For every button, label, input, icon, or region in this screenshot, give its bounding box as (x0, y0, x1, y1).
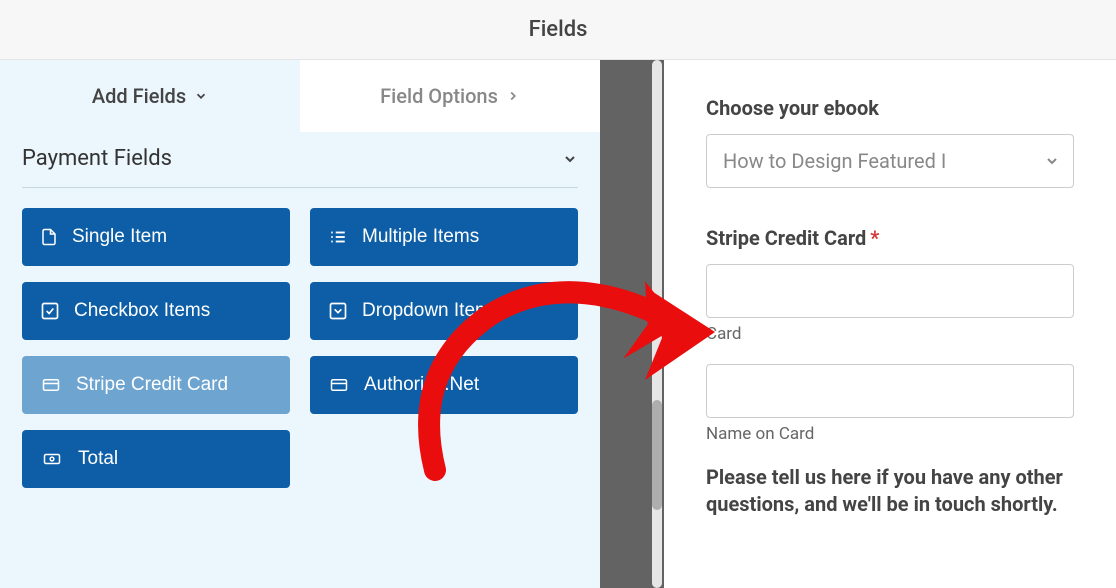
name-on-card-sublabel: Name on Card (706, 424, 1074, 444)
field-label: Checkbox Items (74, 300, 210, 322)
section-header[interactable]: Payment Fields (0, 132, 600, 171)
document-icon (40, 226, 58, 248)
dropdown-icon (328, 301, 348, 321)
card-sublabel: Card (706, 324, 1074, 344)
fields-panel: Add Fields Field Options Payment Fields … (0, 60, 600, 588)
form-preview: Choose your ebook How to Design Featured… (664, 60, 1116, 588)
field-single-item-button[interactable]: Single Item (22, 208, 290, 266)
preview-gutter (600, 60, 664, 588)
form-footer-text: Please tell us here if you have any othe… (706, 464, 1074, 518)
field-stripe-credit-card-button[interactable]: Stripe Credit Card (22, 356, 290, 414)
section-title: Payment Fields (22, 146, 172, 171)
ebook-select-value: How to Design Featured I (706, 134, 1074, 188)
scrollbar-thumb[interactable] (652, 400, 662, 510)
field-multiple-items-button[interactable]: Multiple Items (310, 208, 578, 266)
field-total-button[interactable]: Total (22, 430, 290, 488)
stripe-label-text: Stripe Credit Card (706, 226, 866, 250)
chevron-right-icon (506, 89, 520, 103)
field-label: Dropdown Items (362, 300, 500, 322)
field-checkbox-items-button[interactable]: Checkbox Items (22, 282, 290, 340)
ebook-label: Choose your ebook (706, 96, 1074, 120)
field-authorize-net-button[interactable]: Authorize.Net (310, 356, 578, 414)
page-title: Fields (529, 17, 588, 42)
field-label: Single Item (72, 226, 167, 248)
stripe-label: Stripe Credit Card* (706, 226, 1074, 250)
checkbox-icon (40, 301, 60, 321)
chevron-down-icon (562, 151, 578, 167)
fields-grid: Single Item Multiple Items Checkbox Item… (0, 188, 600, 488)
panel-tabs: Add Fields Field Options (0, 60, 600, 132)
field-label: Total (78, 448, 118, 470)
field-dropdown-items-button[interactable]: Dropdown Items (310, 282, 578, 340)
name-on-card-input[interactable] (706, 364, 1074, 418)
field-label: Stripe Credit Card (76, 374, 228, 396)
tab-add-fields[interactable]: Add Fields (0, 60, 300, 132)
tab-field-options[interactable]: Field Options (300, 60, 600, 132)
field-label: Authorize.Net (364, 374, 479, 396)
page-header: Fields (0, 0, 1116, 60)
money-icon (40, 450, 64, 468)
chevron-down-icon (1044, 153, 1060, 169)
chevron-down-icon (194, 89, 208, 103)
list-icon (328, 228, 348, 246)
credit-card-icon (40, 376, 62, 394)
required-indicator: * (870, 226, 879, 250)
card-input[interactable] (706, 264, 1074, 318)
credit-card-icon (328, 376, 350, 394)
tab-label: Add Fields (92, 84, 186, 108)
ebook-select[interactable]: How to Design Featured I (706, 134, 1074, 188)
field-label: Multiple Items (362, 226, 479, 248)
tab-label: Field Options (380, 84, 498, 108)
